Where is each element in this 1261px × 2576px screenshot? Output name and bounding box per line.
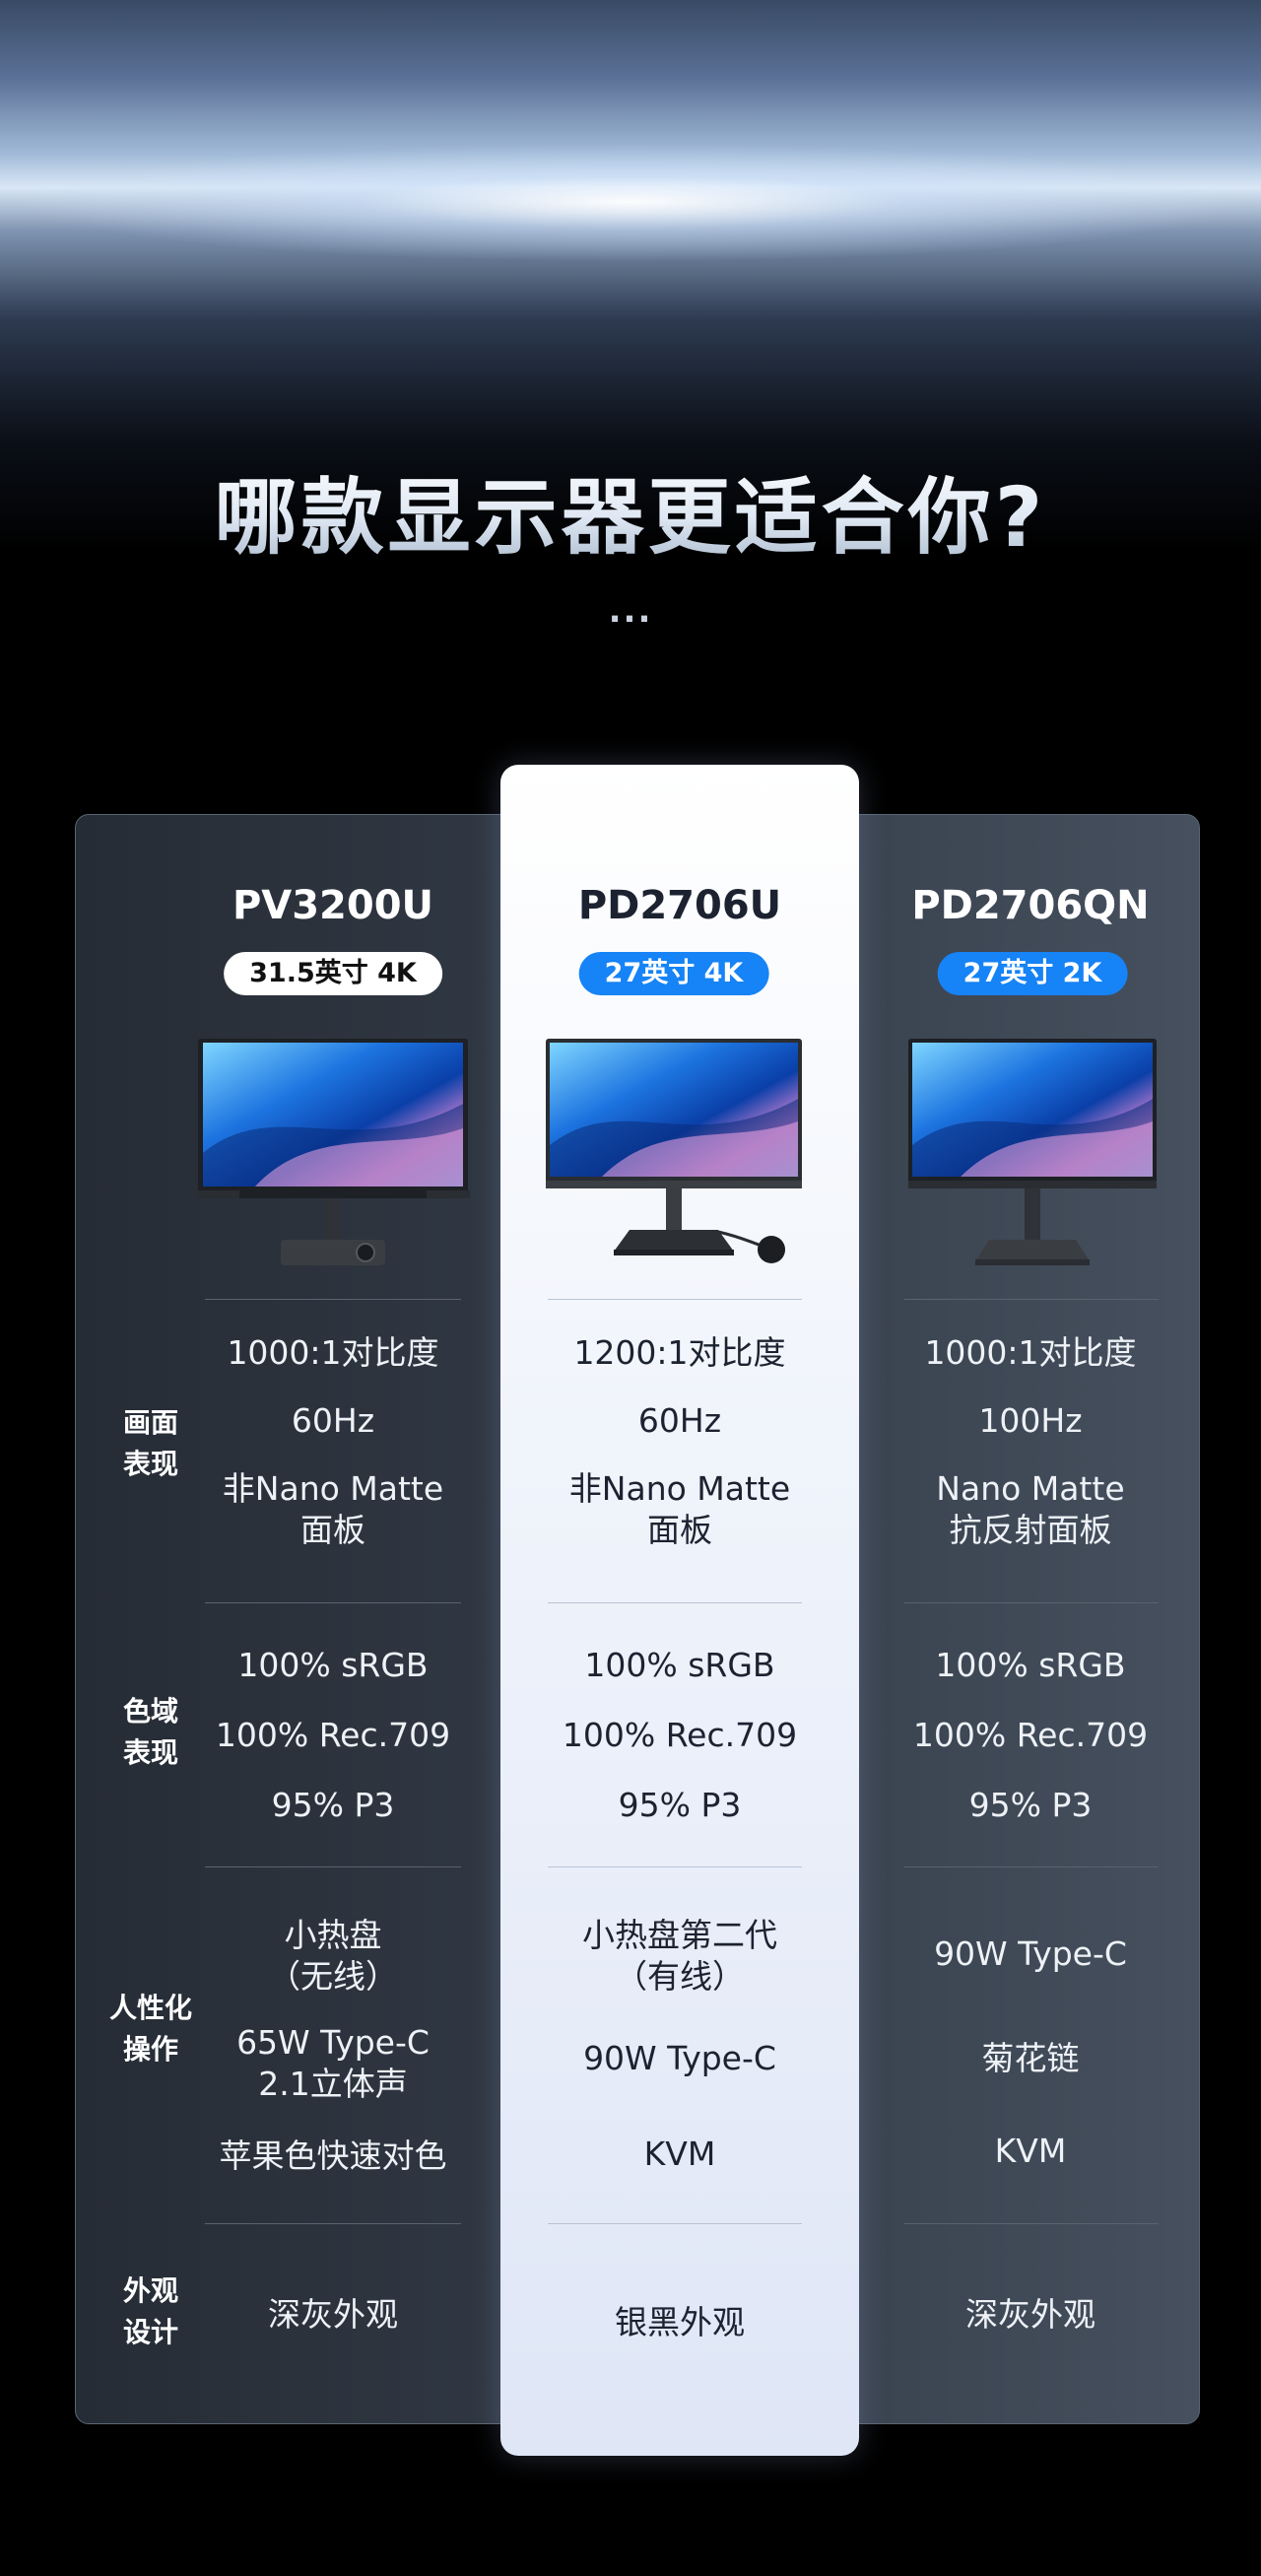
spec-daisy-chain: 菊花链 bbox=[981, 2039, 1080, 2077]
product-model: PV3200U bbox=[232, 883, 434, 928]
spec-kvm: KVM bbox=[643, 2135, 716, 2173]
spec-srgb: 100% sRGB bbox=[584, 1646, 775, 1684]
page-title: 哪款显示器更适合你? bbox=[0, 451, 1261, 571]
spec-finish: 深灰外观 bbox=[268, 2295, 398, 2334]
spec-rec709: 100% Rec.709 bbox=[912, 1716, 1149, 1754]
product-model: PD2706QN bbox=[911, 883, 1150, 928]
spec-rec709: 100% Rec.709 bbox=[562, 1716, 798, 1754]
spec-puck: 小热盘 （无线） bbox=[268, 1916, 398, 1996]
row-divider bbox=[205, 1866, 461, 1867]
monitor-image bbox=[546, 1039, 802, 1263]
title-ellipsis: ... bbox=[608, 591, 653, 631]
monitor-image bbox=[908, 1039, 1157, 1265]
monitor-image bbox=[196, 1039, 470, 1265]
row-divider bbox=[548, 1602, 802, 1603]
row-divider bbox=[205, 1602, 461, 1603]
size-resolution-badge: 27英寸 2K bbox=[937, 952, 1128, 995]
row-divider bbox=[548, 1866, 802, 1867]
size-resolution-badge: 27英寸 4K bbox=[578, 952, 769, 995]
featured-column-highlight bbox=[500, 765, 859, 2456]
spec-panel-type: 非Nano Matte 面板 bbox=[568, 1469, 791, 1549]
row-divider bbox=[904, 1299, 1159, 1300]
spec-panel-type: Nano Matte 抗反射面板 bbox=[936, 1469, 1125, 1549]
spec-finish: 深灰外观 bbox=[965, 2295, 1095, 2334]
spec-type-c: 90W Type-C bbox=[583, 2039, 776, 2077]
spec-srgb: 100% sRGB bbox=[935, 1646, 1126, 1684]
row-divider bbox=[548, 1299, 802, 1300]
spec-contrast: 1200:1对比度 bbox=[573, 1333, 786, 1372]
row-divider bbox=[904, 2223, 1159, 2224]
spec-finish: 银黑外观 bbox=[615, 2303, 745, 2341]
row-divider bbox=[205, 2223, 461, 2224]
spec-refresh-rate: 60Hz bbox=[637, 1401, 722, 1440]
spec-kvm: KVM bbox=[994, 2132, 1067, 2170]
size-resolution-badge: 31.5英寸 4K bbox=[224, 952, 442, 995]
spec-panel-type: 非Nano Matte 面板 bbox=[222, 1469, 444, 1549]
spec-refresh-rate: 60Hz bbox=[291, 1401, 375, 1440]
product-model: PD2706U bbox=[577, 883, 782, 928]
row-divider bbox=[205, 1299, 461, 1300]
spec-contrast: 1000:1对比度 bbox=[924, 1333, 1137, 1372]
spec-contrast: 1000:1对比度 bbox=[227, 1333, 439, 1372]
spec-p3: 95% P3 bbox=[618, 1786, 742, 1824]
spec-refresh-rate: 100Hz bbox=[978, 1401, 1083, 1440]
row-divider bbox=[904, 1602, 1159, 1603]
spec-p3: 95% P3 bbox=[968, 1786, 1093, 1824]
row-divider bbox=[548, 2223, 802, 2224]
spec-srgb: 100% sRGB bbox=[237, 1646, 429, 1684]
spec-type-c: 90W Type-C bbox=[934, 1934, 1127, 1973]
spec-rec709: 100% Rec.709 bbox=[215, 1716, 451, 1754]
row-divider bbox=[904, 1866, 1159, 1867]
spec-color-calibration: 苹果色快速对色 bbox=[219, 2136, 447, 2175]
spec-puck: 小热盘第二代 （有线） bbox=[582, 1916, 777, 1996]
spec-type-c-audio: 65W Type-C 2.1立体声 bbox=[236, 2023, 430, 2103]
spec-p3: 95% P3 bbox=[271, 1786, 395, 1824]
